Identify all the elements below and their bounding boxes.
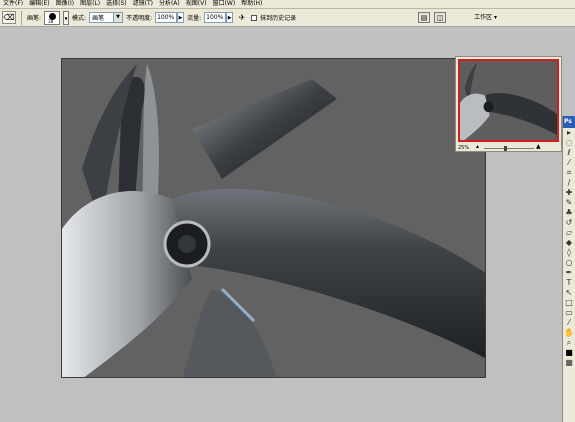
history-checkbox[interactable]	[251, 14, 258, 21]
clone-stamp-icon[interactable]: ♣	[563, 208, 575, 218]
menu-help[interactable]: 帮助(H)	[238, 0, 265, 8]
menu-view[interactable]: 视图(V)	[183, 0, 210, 8]
flow-slider-button[interactable]: ▶	[226, 12, 234, 23]
type-tool-icon[interactable]: T	[563, 278, 575, 288]
notes-tool-icon[interactable]: ▭	[563, 308, 575, 318]
move-tool-icon[interactable]: ▸	[563, 128, 575, 138]
mode-value: 画笔	[92, 15, 105, 22]
menu-layer[interactable]: 图层(L)	[77, 0, 103, 8]
lasso-tool-icon[interactable]: ℓ	[563, 148, 575, 158]
brush-dropdown-button[interactable]: ▼	[63, 10, 70, 25]
palette-well-icon[interactable]: ▤	[418, 12, 430, 23]
crop-tool-icon[interactable]: ⌗	[563, 168, 575, 178]
menu-file[interactable]: 文件(F)	[0, 0, 26, 8]
eraser-tool-icon[interactable]: ▱	[563, 228, 575, 238]
navigator-zoom-value[interactable]: 25%	[458, 145, 469, 151]
mode-select[interactable]: 画笔 ▼	[89, 12, 124, 23]
hand-tool-icon[interactable]: ✋	[563, 328, 575, 338]
history-brush-icon[interactable]: ↺	[563, 218, 575, 228]
brush-tool-icon[interactable]: ✎	[563, 198, 575, 208]
background-color-icon[interactable]: ■	[563, 358, 575, 368]
eyedropper-icon[interactable]: ⁄	[563, 318, 575, 328]
menu-edit[interactable]: 编辑(E)	[26, 0, 52, 8]
navigator-preview-image	[460, 62, 557, 140]
brush-label: 画笔:	[27, 15, 42, 22]
menu-window[interactable]: 窗口(W)	[210, 0, 239, 8]
flow-input[interactable]: 100%	[204, 12, 227, 23]
gradient-tool-icon[interactable]: ◆	[563, 238, 575, 248]
opacity-label: 不透明度:	[126, 15, 153, 22]
airbrush-icon[interactable]: ✈	[236, 12, 248, 24]
zoom-tool-icon[interactable]: ⌕	[563, 338, 575, 348]
brush-size: 38	[48, 18, 54, 24]
menu-image[interactable]: 图像(I)	[53, 0, 77, 8]
shape-tool-icon[interactable]: □	[563, 298, 575, 308]
toolbox: Ps ▸ ◌ ℓ ⁄ ⌗ ∕ ✚ ✎ ♣ ↺ ▱ ◆ ◊ ○ ✒ T ↖ □ ▭…	[562, 116, 575, 422]
toggle-palettes-icon[interactable]: ◫	[434, 12, 446, 23]
healing-brush-icon[interactable]: ✚	[563, 188, 575, 198]
menu-filter[interactable]: 滤镜(T)	[130, 0, 156, 8]
slice-tool-icon[interactable]: ∕	[563, 178, 575, 188]
dodge-tool-icon[interactable]: ○	[563, 258, 575, 268]
path-select-icon[interactable]: ↖	[563, 288, 575, 298]
opacity-input[interactable]: 100%	[155, 12, 178, 23]
chevron-down-icon: ▼	[113, 13, 123, 22]
zoom-in-icon[interactable]: ▲	[536, 144, 541, 150]
history-label: 抹到历史记录	[260, 15, 297, 22]
document-canvas[interactable]	[61, 58, 486, 378]
brush-preset-picker[interactable]: 38	[44, 10, 61, 25]
blur-tool-icon[interactable]: ◊	[563, 248, 575, 258]
navigator-slider-handle[interactable]	[504, 146, 507, 151]
menu-select[interactable]: 选择(S)	[103, 0, 130, 8]
pen-tool-icon[interactable]: ✒	[563, 268, 575, 278]
workspace-menu[interactable]: 工作区 ▾	[474, 13, 497, 23]
tool-preset-picker[interactable]: ⌫	[2, 11, 16, 24]
opacity-slider-button[interactable]: ▶	[177, 12, 185, 23]
separator	[21, 10, 22, 25]
flow-label: 流量:	[187, 15, 202, 22]
artwork-image	[62, 64, 485, 377]
menu-bar: 文件(F) 编辑(E) 图像(I) 图层(L) 选择(S) 滤镜(T) 分析(A…	[0, 0, 575, 9]
mode-label: 模式:	[72, 15, 87, 22]
zoom-out-icon[interactable]: ▴	[476, 144, 479, 150]
navigator-thumbnail[interactable]	[458, 59, 559, 142]
navigator-panel: 25% ▴ ▲	[455, 56, 562, 152]
navigator-zoom-slider[interactable]	[484, 148, 534, 149]
eraser-icon: ⌫	[3, 13, 15, 22]
marquee-tool-icon[interactable]: ◌	[563, 138, 575, 148]
foreground-color-icon[interactable]: ■	[563, 348, 575, 358]
menu-analysis[interactable]: 分析(A)	[156, 0, 183, 8]
toolbox-header: Ps	[563, 116, 575, 128]
magic-wand-icon[interactable]: ⁄	[563, 158, 575, 168]
